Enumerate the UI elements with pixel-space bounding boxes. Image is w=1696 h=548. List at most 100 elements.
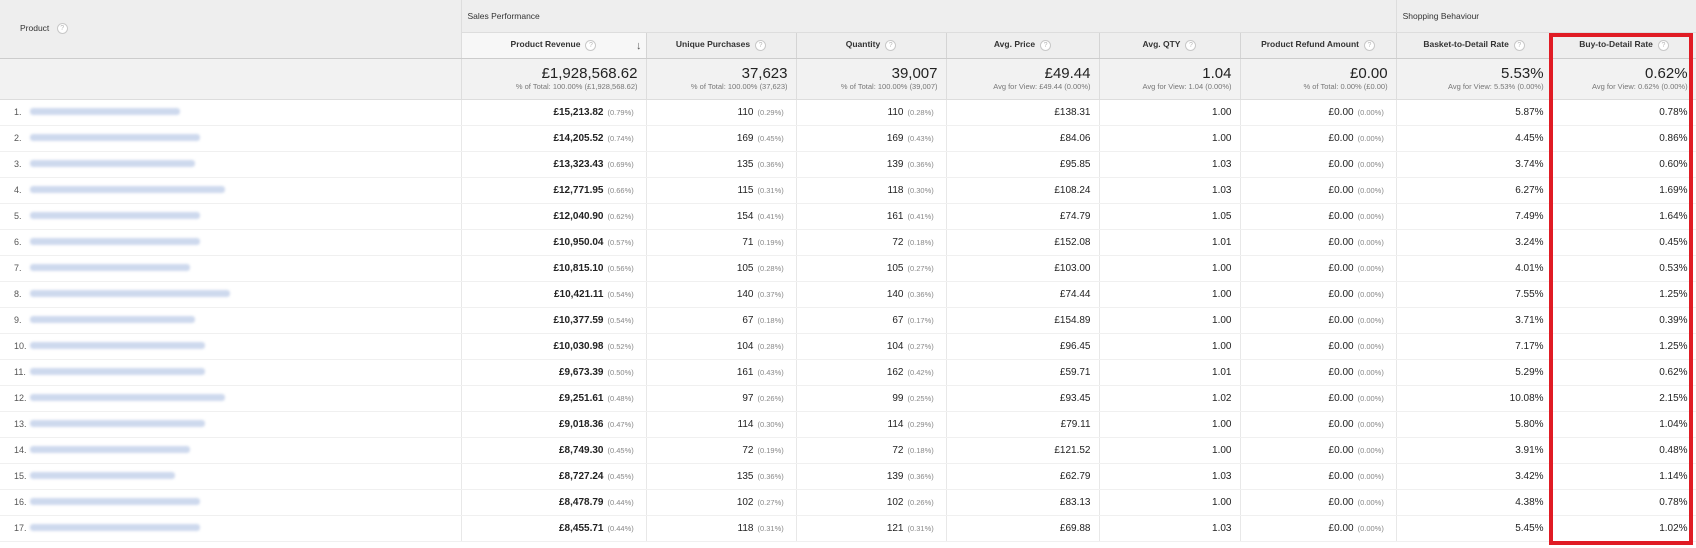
- col-header-refund-amount[interactable]: Product Refund Amount?: [1240, 32, 1397, 59]
- product-link-redacted[interactable]: [30, 290, 230, 298]
- row-index: 6.: [14, 236, 22, 247]
- table-row[interactable]: 13. £9,018.36 (0.47%) 114 (0.30%) 114 (0.29%) £…: [0, 411, 1696, 438]
- help-icon[interactable]: ?: [56, 23, 68, 35]
- product-header[interactable]: Product ?: [0, 0, 462, 59]
- table-row[interactable]: 8. £10,421.11 (0.54%) 140 (0.37%) 140 (0.36%) £…: [0, 281, 1696, 308]
- col-label: Avg. Price: [993, 39, 1036, 50]
- revenue-pct: (0.62%): [607, 211, 634, 221]
- table-row[interactable]: 9. £10,377.59 (0.54%) 67 (0.18%) 67 (0.17%) £15…: [0, 307, 1696, 334]
- unique-purchases-pct: (0.43%): [757, 367, 784, 377]
- buy-to-detail-cell: 0.78%: [1552, 99, 1696, 126]
- basket-to-detail-cell: 10.08%: [1396, 385, 1553, 412]
- table-row[interactable]: 2. £14,205.52 (0.74%) 169 (0.45%) 169 (0.43%) £…: [0, 125, 1696, 152]
- unique-purchases-value: 135: [736, 470, 754, 482]
- col-header-product-revenue[interactable]: Product Revenue? ↓: [461, 32, 647, 59]
- product-cell: 5.: [0, 203, 462, 230]
- basket-to-detail-cell: 7.49%: [1396, 203, 1553, 230]
- product-link-redacted[interactable]: [30, 420, 205, 428]
- unique-purchases-value: 161: [736, 366, 754, 378]
- col-header-avg-price[interactable]: Avg. Price?: [946, 32, 1100, 59]
- basket-to-detail-cell: 3.42%: [1396, 463, 1553, 490]
- row-index: 15.: [14, 470, 27, 481]
- help-icon[interactable]: ?: [1657, 39, 1669, 51]
- refund-cell: £0.00 (0.00%): [1240, 281, 1397, 308]
- revenue-value: £15,213.82: [553, 106, 604, 118]
- table-row[interactable]: 16. £8,478.79 (0.44%) 102 (0.27%) 102 (0.26%) £…: [0, 489, 1696, 516]
- table-row[interactable]: 17. £8,455.71 (0.44%) 118 (0.31%) 121 (0.31%) £…: [0, 515, 1696, 542]
- product-link-redacted[interactable]: [30, 134, 200, 142]
- revenue-pct: (0.44%): [607, 497, 634, 507]
- revenue-value: £10,377.59: [553, 314, 604, 326]
- product-link-redacted[interactable]: [30, 316, 195, 324]
- product-link-redacted[interactable]: [30, 342, 205, 350]
- revenue-pct: (0.45%): [607, 445, 634, 455]
- revenue-value: £8,455.71: [559, 522, 604, 534]
- product-link-redacted[interactable]: [30, 108, 180, 116]
- avg-price-cell: £93.45: [946, 385, 1100, 412]
- col-header-basket-to-detail[interactable]: Basket-to-Detail Rate?: [1396, 32, 1553, 59]
- product-link-redacted[interactable]: [30, 524, 200, 532]
- product-link-redacted[interactable]: [30, 394, 225, 402]
- table-row[interactable]: 14. £8,749.30 (0.45%) 72 (0.19%) 72 (0.18%) £12…: [0, 437, 1696, 464]
- buy-to-detail-cell: 0.53%: [1552, 255, 1696, 282]
- product-link-redacted[interactable]: [30, 498, 200, 506]
- sort-desc-icon[interactable]: ↓: [636, 40, 642, 52]
- product-cell: 13.: [0, 411, 462, 438]
- help-icon[interactable]: ?: [585, 39, 597, 51]
- revenue-pct: (0.56%): [607, 263, 634, 273]
- table-row[interactable]: 1. £15,213.82 (0.79%) 110 (0.29%) 110 (0.28%) £…: [0, 99, 1696, 126]
- help-icon[interactable]: ?: [1040, 39, 1052, 51]
- unique-purchases-value: 169: [736, 132, 754, 144]
- col-header-buy-to-detail[interactable]: Buy-to-Detail Rate?: [1552, 32, 1696, 59]
- avg-price-cell: £96.45: [946, 333, 1100, 360]
- revenue-cell: £12,771.95 (0.66%): [461, 177, 647, 204]
- product-link-redacted[interactable]: [30, 186, 225, 194]
- table-row[interactable]: 3. £13,323.43 (0.69%) 135 (0.36%) 139 (0.36%) £…: [0, 151, 1696, 178]
- product-link-redacted[interactable]: [30, 160, 195, 168]
- unique-purchases-cell: 115 (0.31%): [646, 177, 797, 204]
- refund-value: £0.00: [1328, 288, 1354, 300]
- total-note: % of Total: 0.00% (£0.00): [1303, 81, 1388, 91]
- row-index: 3.: [14, 158, 22, 169]
- total-cell: £0.00% of Total: 0.00% (£0.00): [1240, 58, 1397, 100]
- product-link-redacted[interactable]: [30, 238, 200, 246]
- revenue-cell: £8,455.71 (0.44%): [461, 515, 647, 542]
- product-link-redacted[interactable]: [30, 368, 205, 376]
- product-link-redacted[interactable]: [30, 472, 175, 480]
- table-row[interactable]: 4. £12,771.95 (0.66%) 115 (0.31%) 118 (0.30%) £…: [0, 177, 1696, 204]
- revenue-pct: (0.79%): [607, 107, 634, 117]
- avg-qty-cell: 1.00: [1099, 411, 1241, 438]
- col-header-avg-qty[interactable]: Avg. QTY?: [1099, 32, 1241, 59]
- table-row[interactable]: 15. £8,727.24 (0.45%) 135 (0.36%) 139 (0.36%) £…: [0, 463, 1696, 490]
- table-row[interactable]: 12. £9,251.61 (0.48%) 97 (0.26%) 99 (0.25%) £93…: [0, 385, 1696, 412]
- avg-price-cell: £152.08: [946, 229, 1100, 256]
- quantity-value: 104: [886, 340, 904, 352]
- unique-purchases-pct: (0.27%): [757, 497, 784, 507]
- col-header-unique-purchases[interactable]: Unique Purchases?: [646, 32, 797, 59]
- unique-purchases-value: 118: [737, 522, 754, 534]
- help-icon[interactable]: ?: [1513, 39, 1525, 51]
- table-row[interactable]: 6. £10,950.04 (0.57%) 71 (0.19%) 72 (0.18%) £15…: [0, 229, 1696, 256]
- unique-purchases-cell: 114 (0.30%): [646, 411, 797, 438]
- quantity-cell: 162 (0.42%): [796, 359, 947, 386]
- refund-pct: (0.00%): [1357, 315, 1384, 325]
- product-link-redacted[interactable]: [30, 446, 190, 454]
- unique-purchases-cell: 102 (0.27%): [646, 489, 797, 516]
- help-icon[interactable]: ?: [755, 39, 767, 51]
- help-icon[interactable]: ?: [1363, 39, 1375, 51]
- quantity-cell: 161 (0.41%): [796, 203, 947, 230]
- refund-cell: £0.00 (0.00%): [1240, 489, 1397, 516]
- avg-price-cell: £83.13: [946, 489, 1100, 516]
- refund-value: £0.00: [1328, 418, 1354, 430]
- table-row[interactable]: 10. £10,030.98 (0.52%) 104 (0.28%) 104 (0.27%)…: [0, 333, 1696, 360]
- table-row[interactable]: 11. £9,673.39 (0.50%) 161 (0.43%) 162 (0.42%) £…: [0, 359, 1696, 386]
- help-icon[interactable]: ?: [1185, 39, 1197, 51]
- refund-cell: £0.00 (0.00%): [1240, 463, 1397, 490]
- refund-value: £0.00: [1328, 106, 1354, 118]
- product-link-redacted[interactable]: [30, 264, 190, 272]
- product-link-redacted[interactable]: [30, 212, 200, 220]
- help-icon[interactable]: ?: [885, 39, 897, 51]
- table-row[interactable]: 7. £10,815.10 (0.56%) 105 (0.28%) 105 (0.27%) £…: [0, 255, 1696, 282]
- table-row[interactable]: 5. £12,040.90 (0.62%) 154 (0.41%) 161 (0.41%) £…: [0, 203, 1696, 230]
- col-header-quantity[interactable]: Quantity?: [796, 32, 947, 59]
